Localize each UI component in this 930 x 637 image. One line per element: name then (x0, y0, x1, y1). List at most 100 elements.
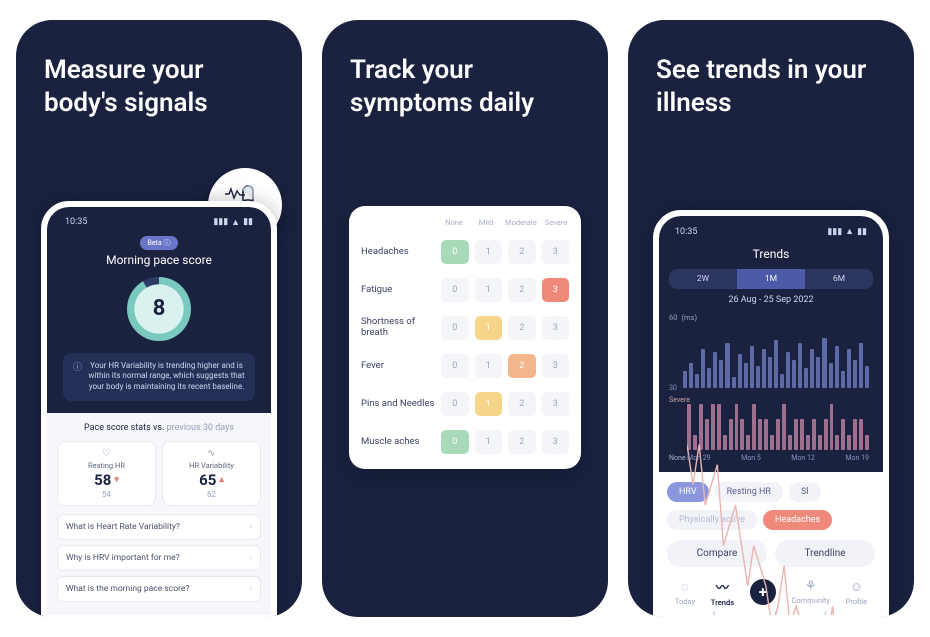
symptom-name: Fever (361, 361, 435, 372)
severity-header-mild: Mild (473, 218, 499, 227)
trend-up-icon: ▴ (219, 475, 224, 485)
x-tick: Mon 19 (845, 454, 869, 462)
severity-cell-1[interactable]: 1 (475, 278, 503, 302)
chart-severity: Severe None Mon 29 Mon 5 Mon 12 Mon 19 (669, 398, 873, 460)
signal-icon: ▮▮▮ (827, 227, 842, 237)
segment-1m[interactable]: 1M (737, 269, 805, 289)
severity-cell-3[interactable]: 3 (542, 278, 570, 302)
stat-card-hrv[interactable]: ∿ HR Variability 65▴ 62 (162, 441, 261, 506)
severity-cell-1[interactable]: 1 (475, 354, 503, 378)
symptom-row: Fatigue 0123 (361, 271, 569, 309)
symptom-name: Fatigue (361, 285, 435, 296)
phone-mock-trends: 10:35 ▮▮▮ ▲ ▮▮ Trends 2W1M6M 26 Aug - 25… (653, 210, 889, 617)
x-tick: Mon 29 (687, 454, 711, 462)
x-tick: Mon 5 (741, 454, 761, 462)
y-unit: (ms) (681, 313, 697, 322)
symptom-tracker-card: None Mild Moderate Severe Headaches0123F… (349, 206, 581, 469)
faq-item[interactable]: What is Heart Rate Variability? › (57, 514, 261, 540)
severity-cell-2[interactable]: 2 (508, 354, 536, 378)
panel-trends-heading: See trends in your illness (628, 20, 914, 119)
segment-2w[interactable]: 2W (669, 269, 737, 289)
severity-cell-0[interactable]: 0 (441, 278, 469, 302)
severity-cell-3[interactable]: 3 (542, 240, 570, 264)
faq-item[interactable]: Why is HRV important for me? › (57, 545, 261, 571)
panel-trends: See trends in your illness 10:35 ▮▮▮ ▲ ▮… (628, 20, 914, 617)
status-time: 10:35 (675, 227, 697, 237)
severity-cell-2[interactable]: 2 (508, 316, 536, 340)
stat-value: 65 (199, 471, 216, 489)
faq-label: Why is HRV important for me? (66, 553, 180, 563)
severity-cell-0[interactable]: 0 (441, 354, 469, 378)
severity-cell-1[interactable]: 1 (475, 316, 503, 340)
severity-cell-3[interactable]: 3 (542, 316, 570, 340)
symptom-name: Headaches (361, 247, 435, 258)
panel-track: Track your symptoms daily None Mild Mode… (322, 20, 608, 617)
severity-cell-3[interactable]: 3 (542, 430, 570, 454)
severity-cell-3[interactable]: 3 (542, 354, 570, 378)
symptom-name: Muscle aches (361, 437, 435, 448)
pace-score-note: ⓘ Your HR Variability is trending higher… (63, 353, 255, 401)
faq-item[interactable]: What is the morning pace score? › (57, 576, 261, 602)
status-bar: 10:35 ▮▮▮ ▲ ▮▮ (669, 226, 873, 245)
wifi-icon: ▲ (231, 217, 240, 228)
signal-icon: ▮▮▮ (213, 217, 228, 227)
y-tick-30: 30 (669, 384, 677, 392)
severity-cell-0[interactable]: 0 (441, 430, 469, 454)
phone-mock-pace: 10:35 ▮▮▮ ▲ ▮▮ Beta ⓘ Morning pace score… (41, 201, 277, 617)
y-tick-60: 60 (669, 313, 677, 322)
chevron-right-icon: › (249, 584, 252, 594)
pulse-icon: ∿ (167, 448, 256, 459)
chevron-right-icon: › (249, 522, 252, 532)
symptom-row: Shortness of breath 0123 (361, 309, 569, 347)
status-bar: 10:35 ▮▮▮ ▲ ▮▮ (59, 217, 259, 236)
stat-label: Resting HR (62, 461, 151, 470)
symptom-row: Fever 0123 (361, 347, 569, 385)
y-label-none: None (669, 454, 686, 462)
stat-card-resting-hr[interactable]: ♡ Resting HR 58▾ 54 (57, 441, 156, 506)
faq-label: What is Heart Rate Variability? (66, 522, 180, 532)
severity-cell-3[interactable]: 3 (542, 392, 570, 416)
symptom-row: Headaches 0123 (361, 233, 569, 271)
severity-cell-1[interactable]: 1 (475, 430, 503, 454)
severity-cell-0[interactable]: 0 (441, 316, 469, 340)
severity-header-none: None (441, 218, 467, 227)
symptom-name: Pins and Needles (361, 399, 435, 410)
severity-header: None Mild Moderate Severe (361, 218, 569, 227)
stat-prev: 54 (62, 490, 151, 499)
panel-measure: Measure your body's signals 10:35 ▮▮▮ ▲ … (16, 20, 302, 617)
chevron-right-icon: › (249, 553, 252, 563)
segment-6m[interactable]: 6M (805, 269, 873, 289)
severity-cell-0[interactable]: 0 (441, 240, 469, 264)
severity-cell-1[interactable]: 1 (475, 240, 503, 264)
faq-label: What is the morning pace score? (66, 584, 189, 594)
severity-cell-2[interactable]: 2 (508, 278, 536, 302)
stat-prev: 62 (167, 490, 256, 499)
chart-hrv: 30 (669, 324, 873, 388)
battery-icon: ▮▮ (857, 227, 867, 237)
date-range: 26 Aug - 25 Sep 2022 (669, 295, 873, 305)
severity-cell-2[interactable]: 2 (508, 430, 536, 454)
x-tick: Mon 12 (791, 454, 815, 462)
symptom-name: Shortness of breath (361, 317, 435, 339)
severity-cell-2[interactable]: 2 (508, 240, 536, 264)
y-label-severe: Severe (669, 396, 690, 404)
pace-score-circle: 8 (127, 277, 191, 341)
stat-value: 58 (94, 471, 111, 489)
heart-icon: ♡ (62, 448, 151, 459)
severity-header-moderate: Moderate (505, 218, 537, 227)
severity-header-severe: Severe (543, 218, 569, 227)
timeframe-segmented[interactable]: 2W1M6M (669, 269, 873, 289)
morning-pace-title: Morning pace score (59, 253, 259, 267)
trends-title: Trends (669, 247, 873, 261)
severity-cell-1[interactable]: 1 (475, 392, 503, 416)
wifi-icon: ▲ (845, 226, 854, 237)
severity-cell-0[interactable]: 0 (441, 392, 469, 416)
symptom-row: Pins and Needles 0123 (361, 385, 569, 423)
severity-cell-2[interactable]: 2 (508, 392, 536, 416)
info-icon: ⓘ (73, 362, 82, 393)
stat-label: HR Variability (167, 461, 256, 470)
status-time: 10:35 (65, 217, 87, 227)
pace-stats-title: Pace score stats vs. previous 30 days (57, 423, 261, 433)
battery-icon: ▮▮ (243, 217, 253, 227)
beta-badge: Beta ⓘ (140, 236, 179, 250)
